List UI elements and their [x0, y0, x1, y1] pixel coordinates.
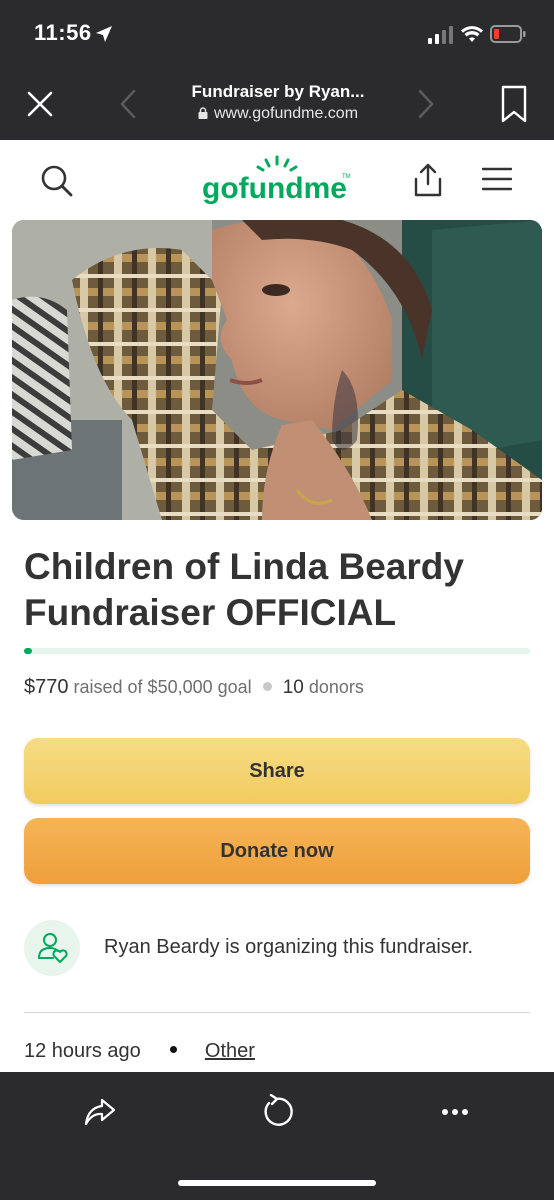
status-time: 11:56 [34, 20, 92, 45]
campaign-meta: 12 hours ago Other [24, 1040, 255, 1063]
chevron-left-icon[interactable] [118, 88, 138, 120]
close-icon[interactable] [24, 88, 56, 120]
web-page: gofundme TM Children of Linda Beardy Fun… [0, 140, 554, 1072]
more-dots-icon[interactable] [440, 1100, 470, 1124]
separator-dot [262, 682, 272, 691]
browser-page-title: Fundraiser by Ryan... [191, 82, 365, 101]
browser-toolbar [0, 1072, 554, 1200]
organizer-text: Ryan Beardy is organizing this fundraise… [104, 936, 474, 958]
search-icon[interactable] [40, 164, 74, 198]
donor-label: donors [308, 677, 364, 697]
bullet-separator [170, 1046, 178, 1053]
browser-nav-bar: Fundraiser by Ryan... www.gofundme.com [0, 70, 554, 140]
logo-trademark: TM [342, 174, 351, 180]
donor-count: 10 [282, 677, 304, 698]
gofundme-logo[interactable]: gofundme TM [202, 154, 352, 210]
lock-icon [198, 107, 208, 119]
amount-raised: $770 [24, 676, 69, 698]
bookmark-icon[interactable] [500, 84, 528, 124]
progress-fill [24, 648, 32, 654]
campaign-title: Children of Linda Beardy Fundraiser OFFI… [24, 546, 464, 633]
share-upload-icon[interactable] [412, 162, 444, 198]
location-arrow-icon [96, 26, 112, 42]
category-link[interactable]: Other [205, 1040, 255, 1062]
progress-bar [24, 648, 530, 654]
status-bar: 11:56 [0, 0, 554, 70]
fundraiser-stats: $770 raised of $50,000 goal 10 donors [24, 676, 364, 699]
organizer-avatar [24, 920, 80, 976]
reload-icon[interactable] [258, 1094, 294, 1130]
home-indicator [178, 1180, 376, 1186]
battery-low-icon [490, 25, 526, 43]
wifi-icon [461, 26, 483, 42]
organizer-row: Ryan Beardy is organizing this fundraise… [24, 918, 534, 978]
share-arrow-icon[interactable] [82, 1094, 118, 1130]
chevron-right-icon[interactable] [416, 88, 436, 120]
url-text: www.gofundme.com [213, 105, 359, 122]
campaign-photo [12, 220, 542, 520]
created-time: 12 hours ago [24, 1040, 141, 1062]
hamburger-menu-icon[interactable] [482, 166, 512, 192]
divider [24, 1012, 530, 1013]
share-button[interactable]: Share [24, 738, 530, 804]
logo-wordmark: gofundme [202, 172, 347, 205]
cellular-signal-icon [428, 26, 453, 44]
browser-url[interactable]: www.gofundme.com [160, 105, 396, 123]
site-header: gofundme TM [0, 140, 554, 220]
goal-text: raised of $50,000 goal [73, 677, 252, 697]
organizer-heart-person-icon [38, 933, 68, 963]
donate-now-button[interactable]: Donate now [24, 818, 530, 884]
